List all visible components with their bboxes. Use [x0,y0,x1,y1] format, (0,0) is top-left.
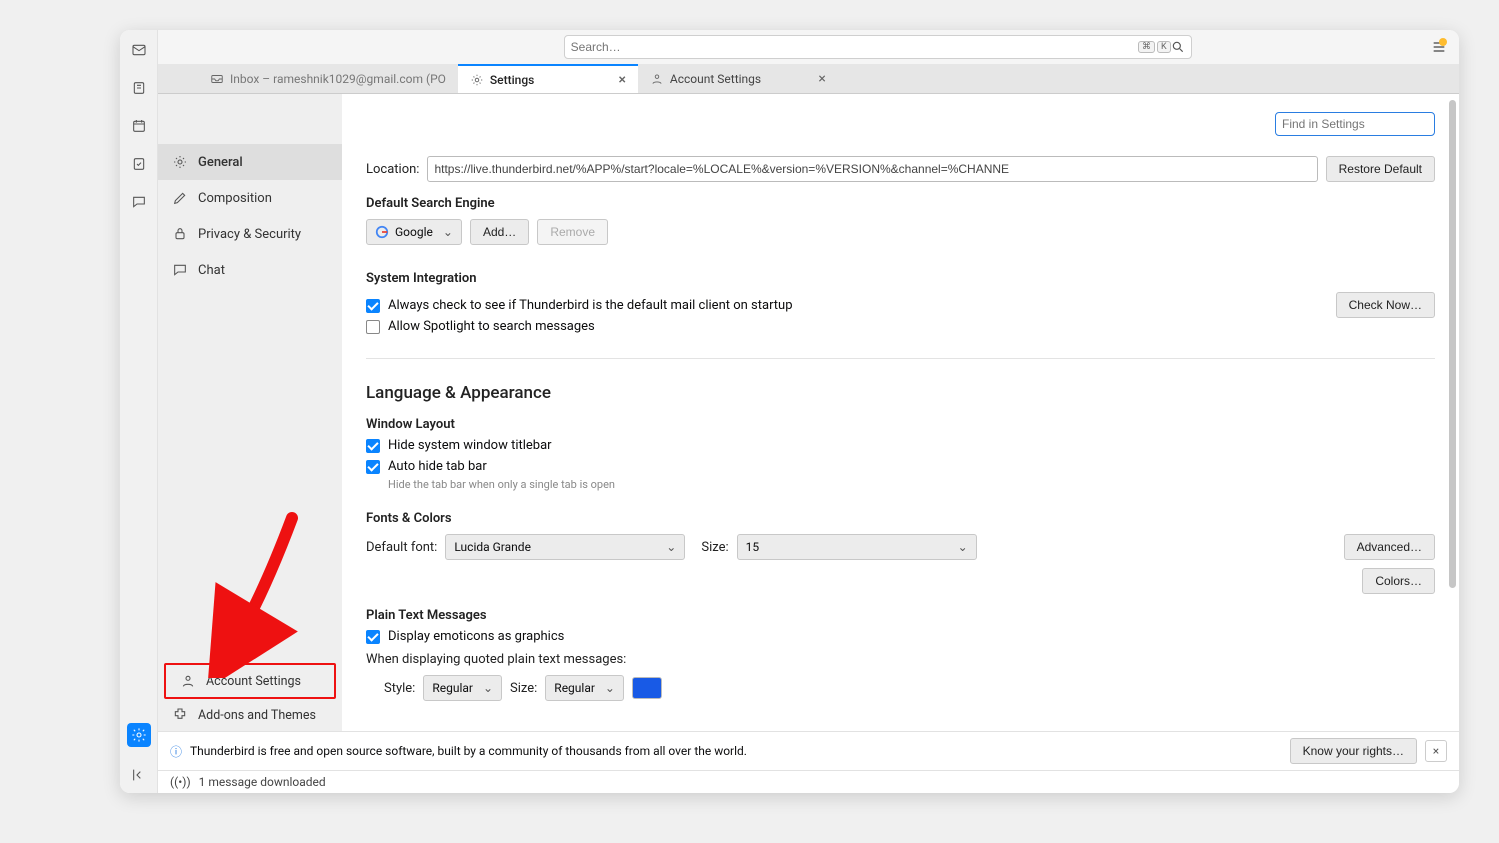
sidebar-item-composition[interactable]: Composition [158,180,342,216]
sidebar-item-addons[interactable]: Add-ons and Themes [158,699,342,731]
chevron-down-icon: ⌄ [443,225,453,239]
advanced-fonts-button[interactable]: Advanced… [1344,534,1435,560]
tab-account-settings[interactable]: Account Settings × [638,64,838,93]
checkbox-checked-icon[interactable] [366,630,380,644]
remove-engine-button: Remove [537,219,608,245]
settings-icon[interactable] [127,723,151,747]
search-engine-select[interactable]: Google ⌄ [366,219,462,245]
checkbox-checked-icon[interactable] [366,299,380,313]
tasks-icon[interactable] [129,154,149,174]
close-icon[interactable]: × [618,73,625,87]
search-input[interactable] [571,40,1134,54]
hide-titlebar-row[interactable]: Hide system window titlebar [366,438,1435,453]
quoted-style-select[interactable]: Regular⌄ [423,675,502,701]
sidebar-privacy-label: Privacy & Security [198,227,301,242]
add-engine-button[interactable]: Add… [470,219,529,245]
sidebar-item-general[interactable]: General [158,144,342,180]
tab-inbox[interactable]: Inbox – rameshnik1029@gmail.com (PO [198,64,458,93]
location-label: Location: [366,162,419,177]
sidebar-addons-label: Add-ons and Themes [198,708,316,723]
system-integration-heading: System Integration [366,271,1435,286]
tab-settings[interactable]: Settings × [458,64,638,93]
quoted-size-label: Size: [510,681,537,696]
checkbox-checked-icon[interactable] [366,460,380,474]
fonts-colors-heading: Fonts & Colors [366,511,1435,526]
tab-inbox-label: Inbox – rameshnik1029@gmail.com (PO [230,72,446,86]
settings-sidebar: General Composition Privacy & Security C… [158,94,342,731]
search-icon [1171,40,1185,54]
status-bar: ((•)) 1 message downloaded [158,770,1459,793]
mail-icon[interactable] [129,40,149,60]
window-layout-heading: Window Layout [366,417,1435,432]
default-client-checkbox-row[interactable]: Always check to see if Thunderbird is th… [366,298,1336,313]
sidebar-general-label: General [198,155,243,170]
default-font-label: Default font: [366,540,437,555]
checkbox-unchecked-icon[interactable] [366,320,380,334]
sidebar-item-account-settings[interactable]: Account Settings [166,665,334,697]
sidebar-account-settings-label: Account Settings [206,674,301,689]
tab-bar: Inbox – rameshnik1029@gmail.com (PO Sett… [158,64,1459,94]
sidebar-item-privacy[interactable]: Privacy & Security [158,216,342,252]
spaces-toolbar [120,30,158,793]
global-search[interactable]: ⌘K [564,35,1192,59]
quoted-size-select[interactable]: Regular⌄ [545,675,624,701]
plain-text-heading: Plain Text Messages [366,608,1435,623]
search-engine-heading: Default Search Engine [366,196,1435,211]
sidebar-item-chat[interactable]: Chat [158,252,342,288]
chevron-down-icon: ⌄ [483,681,493,695]
chevron-down-icon: ⌄ [605,681,615,695]
chat-icon[interactable] [129,192,149,212]
info-icon: ⓘ [170,743,182,760]
collapse-icon[interactable] [129,765,149,785]
titlebar: ⌘K [158,30,1459,64]
default-font-select[interactable]: Lucida Grande ⌄ [445,534,685,560]
find-settings-input[interactable] [1282,117,1428,131]
footer-bar: ⓘ Thunderbird is free and open source so… [158,731,1459,770]
settings-content: Location: Restore Default Default Search… [342,94,1459,731]
quoted-color-swatch[interactable] [632,677,662,699]
close-icon[interactable]: × [818,72,825,86]
sidebar-chat-label: Chat [198,263,225,278]
calendar-icon[interactable] [129,116,149,136]
tab-account-label: Account Settings [670,72,761,86]
know-your-rights-button[interactable]: Know your rights… [1290,738,1417,764]
status-text: 1 message downloaded [199,775,326,789]
location-input[interactable] [427,156,1317,182]
gear-icon [470,73,484,87]
quoted-text-label: When displaying quoted plain text messag… [366,652,1435,667]
tab-settings-label: Settings [490,73,534,87]
inbox-tab-icon [210,72,224,86]
spotlight-checkbox-row[interactable]: Allow Spotlight to search messages [366,319,1336,334]
font-size-label: Size: [701,540,728,555]
content-scrollbar[interactable] [1449,100,1456,725]
language-appearance-heading: Language & Appearance [366,383,1435,403]
activity-icon: ((•)) [170,775,191,789]
dismiss-footer-button[interactable]: × [1425,740,1447,762]
kbd-hint: ⌘K [1138,41,1171,53]
find-in-settings[interactable] [1275,112,1435,136]
quoted-style-label: Style: [384,681,415,696]
restore-default-button[interactable]: Restore Default [1326,156,1435,182]
account-tab-icon [650,72,664,86]
chevron-down-icon: ⌄ [958,540,968,554]
addressbook-icon[interactable] [129,78,149,98]
chevron-down-icon: ⌄ [666,540,676,554]
sidebar-composition-label: Composition [198,191,272,206]
auto-hide-hint: Hide the tab bar when only a single tab … [388,478,1435,491]
check-now-button[interactable]: Check Now… [1336,292,1435,318]
emoticons-checkbox-row[interactable]: Display emoticons as graphics [366,629,1435,644]
font-size-select[interactable]: 15 ⌄ [737,534,977,560]
colors-button[interactable]: Colors… [1362,568,1435,594]
footer-text: Thunderbird is free and open source soft… [190,744,747,758]
auto-hide-tab-row[interactable]: Auto hide tab bar [366,459,1435,474]
checkbox-checked-icon[interactable] [366,439,380,453]
